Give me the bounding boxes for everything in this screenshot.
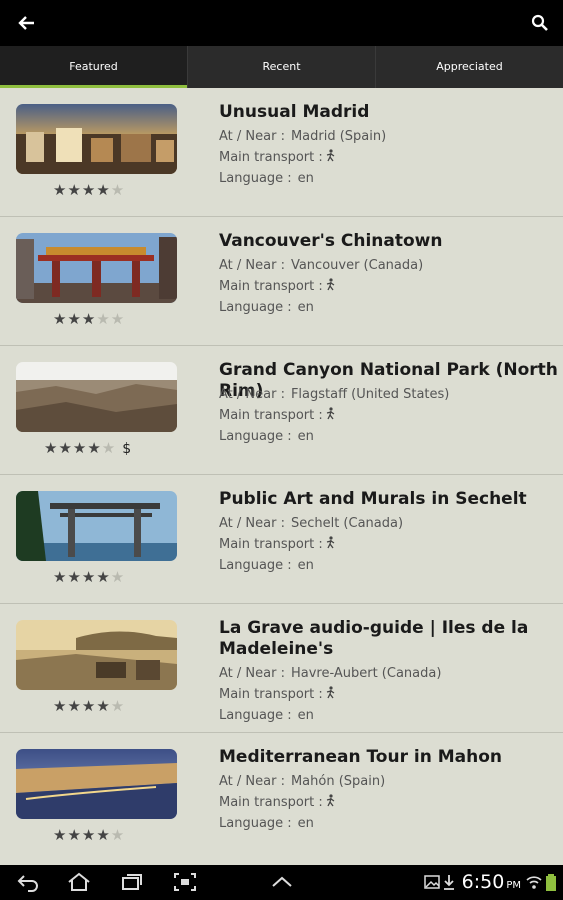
location-value: Madrid (Spain) bbox=[290, 129, 387, 144]
language-value: en bbox=[297, 558, 314, 573]
tour-list-item[interactable]: ★★★★★ Unusual Madrid At / Near : Madrid (… bbox=[0, 88, 563, 217]
rating-stars: ★★★★★ bbox=[53, 697, 126, 715]
transport-line: Main transport : bbox=[219, 405, 336, 426]
location-line: At / Near : Sechelt (Canada) bbox=[219, 513, 403, 534]
location-line: At / Near : Mahón (Spain) bbox=[219, 771, 385, 792]
tour-thumbnail bbox=[16, 233, 177, 303]
tour-title: La Grave audio-guide | Iles de la Madele… bbox=[219, 618, 529, 659]
tour-thumbnail bbox=[16, 620, 177, 690]
tour-list-item[interactable]: ★★★★★ La Grave audio-guide | Iles de la … bbox=[0, 604, 563, 733]
search-icon[interactable] bbox=[527, 10, 553, 36]
tour-title: Public Art and Murals in Sechelt bbox=[219, 489, 527, 509]
clock-time: 6:50 bbox=[461, 871, 505, 893]
language-line: Language : en bbox=[219, 168, 314, 189]
nav-recent-apps-icon[interactable] bbox=[120, 872, 144, 892]
tab-appreciated[interactable]: Appreciated bbox=[376, 46, 563, 88]
transport-line: Main transport : bbox=[219, 276, 336, 297]
location-line: At / Near : Vancouver (Canada) bbox=[219, 255, 423, 276]
transport-line: Main transport : bbox=[219, 534, 336, 555]
language-label: Language : bbox=[219, 429, 292, 444]
transport-label: Main transport : bbox=[219, 408, 323, 423]
tab-bar: Featured Recent Appreciated bbox=[0, 46, 563, 88]
transport-line: Main transport : bbox=[219, 792, 336, 813]
walking-person-icon bbox=[326, 406, 336, 420]
battery-icon bbox=[545, 872, 557, 892]
near-label: At / Near : bbox=[219, 258, 285, 273]
language-value: en bbox=[297, 171, 314, 186]
transport-line: Main transport : bbox=[219, 684, 336, 705]
clock-ampm: PM bbox=[506, 880, 521, 891]
tour-list-item[interactable]: ★★★★★ Vancouver's Chinatown At / Near : V… bbox=[0, 217, 563, 346]
tab-featured[interactable]: Featured bbox=[0, 46, 188, 88]
near-label: At / Near : bbox=[219, 129, 285, 144]
location-line: At / Near : Havre-Aubert (Canada) bbox=[219, 663, 441, 684]
image-notification-icon bbox=[424, 872, 440, 892]
location-value: Mahón (Spain) bbox=[290, 774, 386, 789]
transport-label: Main transport : bbox=[219, 279, 323, 294]
near-label: At / Near : bbox=[219, 387, 285, 402]
system-navigation-bar: 6:50 PM bbox=[0, 865, 563, 900]
wifi-icon bbox=[526, 872, 542, 892]
near-label: At / Near : bbox=[219, 666, 285, 681]
location-value: Vancouver (Canada) bbox=[290, 258, 424, 273]
back-arrow-icon[interactable] bbox=[14, 10, 40, 36]
language-value: en bbox=[297, 816, 314, 831]
tour-title: Unusual Madrid bbox=[219, 102, 370, 122]
language-value: en bbox=[297, 429, 314, 444]
rating-stars: ★★★★★ bbox=[53, 826, 126, 844]
walking-person-icon bbox=[326, 277, 336, 291]
language-label: Language : bbox=[219, 708, 292, 723]
tour-thumbnail bbox=[16, 749, 177, 819]
transport-label: Main transport : bbox=[219, 150, 323, 165]
nav-up-icon[interactable] bbox=[270, 872, 294, 892]
transport-label: Main transport : bbox=[219, 687, 323, 702]
language-value: en bbox=[297, 300, 314, 315]
transport-label: Main transport : bbox=[219, 795, 323, 810]
nav-back-icon[interactable] bbox=[16, 872, 40, 892]
rating-stars: ★★★★★ $ bbox=[44, 439, 133, 457]
language-line: Language : en bbox=[219, 705, 314, 726]
tour-thumbnail bbox=[16, 362, 177, 432]
rating-stars: ★★★★★ bbox=[53, 568, 126, 586]
walking-person-icon bbox=[326, 535, 336, 549]
language-label: Language : bbox=[219, 300, 292, 315]
near-label: At / Near : bbox=[219, 774, 285, 789]
tour-title: Vancouver's Chinatown bbox=[219, 231, 443, 251]
location-line: At / Near : Madrid (Spain) bbox=[219, 126, 386, 147]
language-label: Language : bbox=[219, 171, 292, 186]
rating-stars: ★★★★★ bbox=[53, 181, 126, 199]
status-clock: 6:50 PM bbox=[462, 871, 521, 893]
tour-list-item[interactable]: ★★★★★ Public Art and Murals in Sechelt A… bbox=[0, 475, 563, 604]
transport-label: Main transport : bbox=[219, 537, 323, 552]
location-value: Sechelt (Canada) bbox=[290, 516, 404, 531]
screenshot-icon[interactable] bbox=[173, 872, 197, 892]
download-icon bbox=[442, 872, 456, 892]
rating-stars: ★★★★★ bbox=[53, 310, 126, 328]
language-line: Language : en bbox=[219, 297, 314, 318]
walking-person-icon bbox=[326, 793, 336, 807]
language-line: Language : en bbox=[219, 813, 314, 834]
tour-thumbnail bbox=[16, 104, 177, 174]
location-line: At / Near : Flagstaff (United States) bbox=[219, 384, 449, 405]
tour-title: Mediterranean Tour in Mahon bbox=[219, 747, 503, 767]
language-label: Language : bbox=[219, 558, 292, 573]
tour-thumbnail bbox=[16, 491, 177, 561]
near-label: At / Near : bbox=[219, 516, 285, 531]
walking-person-icon bbox=[326, 685, 336, 699]
transport-line: Main transport : bbox=[219, 147, 336, 168]
walking-person-icon bbox=[326, 148, 336, 162]
tour-list: ★★★★★ Unusual Madrid At / Near : Madrid (… bbox=[0, 88, 563, 865]
language-label: Language : bbox=[219, 816, 292, 831]
location-value: Havre-Aubert (Canada) bbox=[290, 666, 442, 681]
language-value: en bbox=[297, 708, 314, 723]
language-line: Language : en bbox=[219, 426, 314, 447]
tab-recent[interactable]: Recent bbox=[188, 46, 376, 88]
action-bar bbox=[0, 0, 563, 46]
tour-list-item[interactable]: ★★★★★ $ Grand Canyon National Park (North… bbox=[0, 346, 563, 475]
tour-list-item[interactable]: ★★★★★ Mediterranean Tour in Mahon At / N… bbox=[0, 733, 563, 862]
nav-home-icon[interactable] bbox=[67, 872, 91, 892]
location-value: Flagstaff (United States) bbox=[290, 387, 450, 402]
language-line: Language : en bbox=[219, 555, 314, 576]
price-label: $ bbox=[122, 441, 133, 457]
